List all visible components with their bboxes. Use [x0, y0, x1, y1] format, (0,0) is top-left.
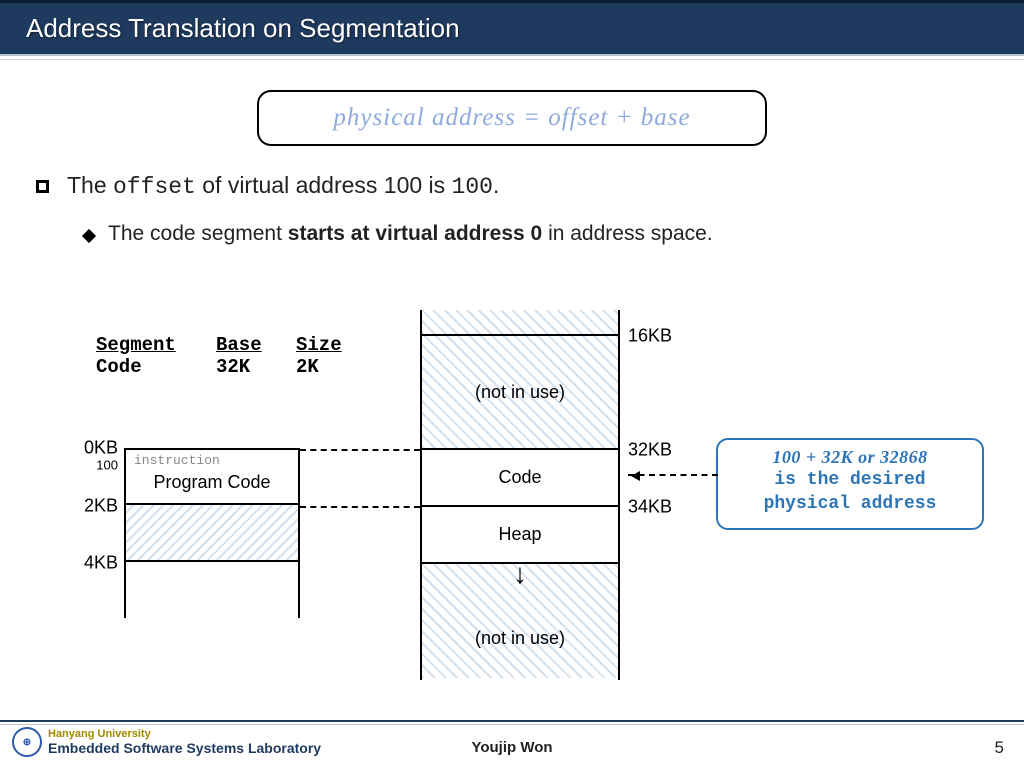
title-divider — [0, 59, 1024, 60]
physical-memory-block: 16KB 32KB 34KB (not in use) Code Heap ↓ … — [420, 310, 620, 680]
code-text: offset — [113, 174, 196, 200]
formula-box: physical address = offset + base — [257, 90, 767, 146]
text: The — [67, 172, 113, 198]
footer-logo: ⊕ Hanyang University Embedded Software S… — [12, 727, 321, 757]
vm-hatch-cell — [126, 505, 298, 562]
text: in address space. — [542, 222, 712, 245]
instruction-label: instruction — [134, 453, 220, 468]
pm-label-16kb: 16KB — [628, 326, 672, 347]
slide-title: Address Translation on Segmentation — [26, 13, 460, 44]
footer-author: Youjip Won — [471, 739, 552, 756]
vm-label-0kb: 0KB — [84, 438, 118, 459]
text: The code segment — [108, 222, 288, 245]
vm-label-100: 100 — [96, 458, 118, 473]
bullet-2: The code segment starts at virtual addre… — [84, 222, 1024, 246]
pm-heap-cell: Heap — [422, 507, 618, 564]
program-code-label: Program Code — [153, 472, 270, 492]
vm-label-2kb: 2KB — [84, 496, 118, 517]
virtual-memory-block: 0KB 100 2KB 4KB instruction Program Code — [124, 448, 300, 618]
seg-cell: 32K — [216, 356, 296, 378]
pm-notinuse-1: (not in use) — [422, 336, 618, 450]
text: Code — [498, 467, 541, 488]
text: of virtual address 100 is — [196, 172, 452, 198]
diagram-area: Segment Base Size Code 32K 2K 0KB 100 2K… — [0, 310, 1024, 680]
seg-header-size: Size — [296, 334, 356, 356]
formula-text: physical address = offset + base — [333, 104, 690, 131]
callout-box: 100 + 32K or 32868 is the desired physic… — [716, 438, 984, 530]
pm-code-cell: Code — [422, 450, 618, 507]
segment-table: Segment Base Size Code 32K 2K — [96, 334, 356, 378]
pm-hatch-top — [422, 310, 618, 336]
footer-page-number: 5 — [995, 738, 1004, 758]
text: (not in use) — [475, 628, 565, 649]
pm-notinuse-2: ↓ (not in use) — [422, 564, 618, 678]
seg-header-base: Base — [216, 334, 296, 356]
callout-arrow-icon — [628, 474, 718, 476]
vm-code-cell: instruction Program Code — [126, 448, 298, 505]
dash-connector-top — [300, 449, 420, 451]
footer-university: Hanyang University — [48, 728, 321, 740]
title-bar: Address Translation on Segmentation — [0, 0, 1024, 56]
callout-equation: 100 + 32K or 32868 — [724, 446, 976, 469]
diamond-bullet-icon — [82, 229, 96, 243]
vm-label-4kb: 4KB — [84, 553, 118, 574]
code-text: 100 — [452, 174, 493, 200]
seg-cell: Code — [96, 356, 216, 378]
pm-label-32kb: 32KB — [628, 440, 672, 461]
down-arrow-icon: ↓ — [513, 560, 527, 588]
university-emblem-icon: ⊕ — [12, 727, 42, 757]
square-bullet-icon — [36, 180, 49, 193]
footer: ⊕ Hanyang University Embedded Software S… — [0, 720, 1024, 768]
seg-header-segment: Segment — [96, 334, 216, 356]
text: (not in use) — [475, 382, 565, 403]
bullet-1: The offset of virtual address 100 is 100… — [36, 172, 1024, 200]
text: Heap — [498, 524, 541, 545]
text: . — [493, 172, 499, 198]
callout-line2: is the desired — [724, 469, 976, 492]
bold-text: starts at virtual address 0 — [288, 222, 542, 245]
seg-cell: 2K — [296, 356, 356, 378]
dash-connector-bottom — [300, 506, 420, 508]
bullet-list: The offset of virtual address 100 is 100… — [36, 172, 1024, 246]
footer-lab: Embedded Software Systems Laboratory — [48, 740, 321, 756]
pm-label-34kb: 34KB — [628, 497, 672, 518]
callout-line3: physical address — [724, 493, 976, 516]
